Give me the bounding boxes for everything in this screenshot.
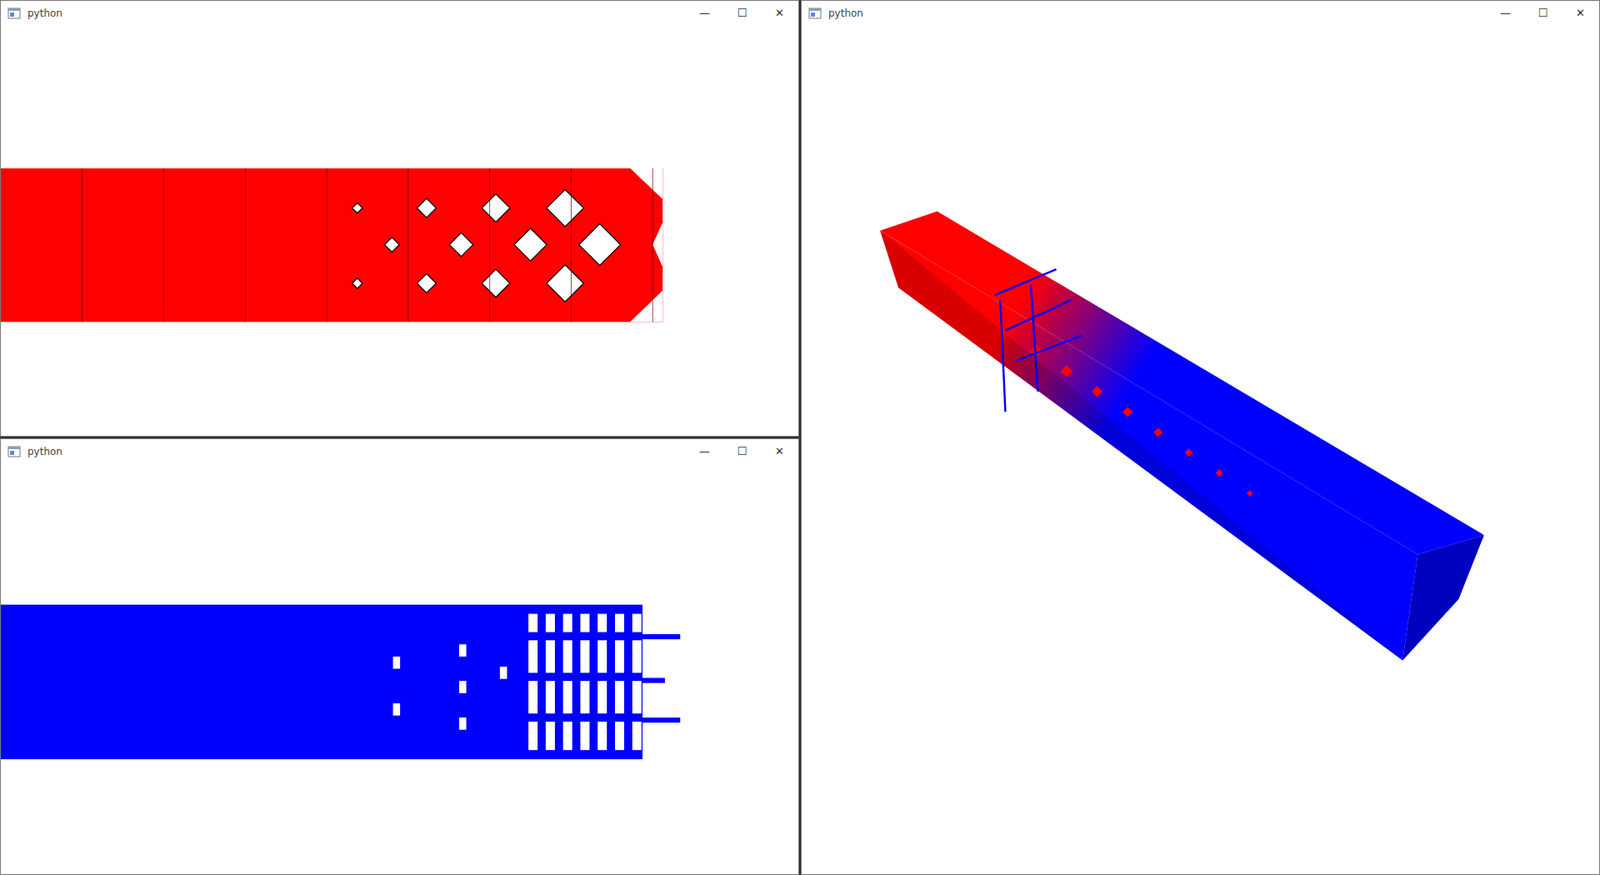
window-control-button[interactable]: ☐ [723,440,761,462]
strut-band [0,605,643,760]
window-app-icon [7,445,21,459]
render-view[interactable] [801,25,1600,875]
title-bar[interactable]: python—☐✕ [801,0,1600,25]
window-app-icon [808,6,822,20]
window-control-button[interactable]: — [685,440,724,462]
window-control-button[interactable]: — [1486,2,1525,24]
window-control-button[interactable]: ☐ [1524,2,1562,24]
window-control-button[interactable]: — [685,2,724,24]
window-control-button[interactable]: ✕ [760,2,799,24]
window-control-button[interactable]: ✕ [1561,2,1600,24]
window-control-button[interactable]: ✕ [760,440,799,462]
python-window[interactable]: python—☐✕ [0,0,800,437]
title-bar[interactable]: python—☐✕ [0,0,799,25]
window-control-button[interactable]: ☐ [723,2,761,24]
python-window[interactable]: python—☐✕ [800,0,1600,875]
render-view[interactable] [0,463,799,875]
window-title: python [27,445,686,458]
window-title: python [828,7,1487,20]
lattice-band [0,168,663,322]
render-view[interactable] [0,25,799,436]
title-bar[interactable]: python—☐✕ [0,439,799,464]
window-app-icon [7,6,21,20]
python-window[interactable]: python—☐✕ [0,438,800,875]
desktop: python—☐✕python—☐✕python—☐✕ [0,0,1600,875]
window-title: python [27,7,686,20]
beam [880,211,1485,661]
